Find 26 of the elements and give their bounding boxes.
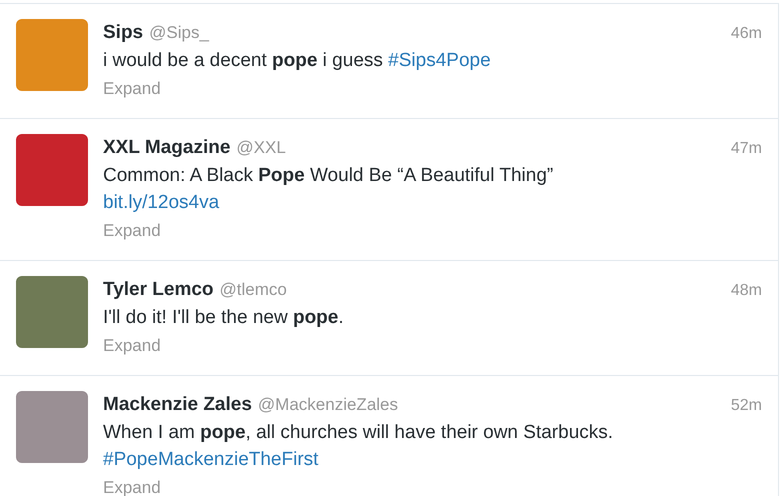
avatar-photo-placeholder[interactable] <box>16 276 88 348</box>
user-name[interactable]: XXL Magazine <box>103 134 230 161</box>
expand-link[interactable]: Expand <box>103 76 161 102</box>
tweet-link[interactable]: #PopeMackenzieTheFirst <box>103 449 318 470</box>
tweet-time[interactable]: 46m <box>730 20 762 47</box>
tweet-text: When I am pope, all churches will have their own Starbucks. #PopeMackenzieTheFirst <box>103 421 614 472</box>
tweet-link[interactable]: #Sips4Pope <box>388 50 491 71</box>
user-name[interactable]: Sips <box>103 19 144 46</box>
tweet-text: i would be a decent pope i guess #Sips4Pope <box>103 49 492 73</box>
avatar-photo-placeholder[interactable] <box>16 391 88 463</box>
expand-link[interactable]: Expand <box>103 333 161 359</box>
tweet-text: I'll do it! I'll be the new pope. <box>103 306 345 330</box>
user-name[interactable]: Mackenzie Zales <box>103 391 252 418</box>
user-name[interactable]: Tyler Lemco <box>103 276 214 303</box>
user-handle: @tlemco <box>220 279 287 301</box>
tweet-link[interactable]: bit.ly/12os4va <box>103 192 220 213</box>
tweet-time[interactable]: 48m <box>730 277 762 304</box>
tweet-time[interactable]: 52m <box>730 392 762 419</box>
avatar-photo-placeholder[interactable] <box>16 19 88 91</box>
user-handle: @Sips_ <box>149 22 209 44</box>
user-handle: @XXL <box>236 137 286 159</box>
tweet-time[interactable]: 47m <box>730 135 762 162</box>
tweet-text: Common: A Black Pope Would Be “A Beautiful Thing” bit.ly/12os4va <box>103 164 554 215</box>
avatar-photo-placeholder[interactable] <box>16 134 88 206</box>
user-handle: @MackenzieZales <box>258 394 398 416</box>
expand-link[interactable]: Expand <box>103 218 161 244</box>
